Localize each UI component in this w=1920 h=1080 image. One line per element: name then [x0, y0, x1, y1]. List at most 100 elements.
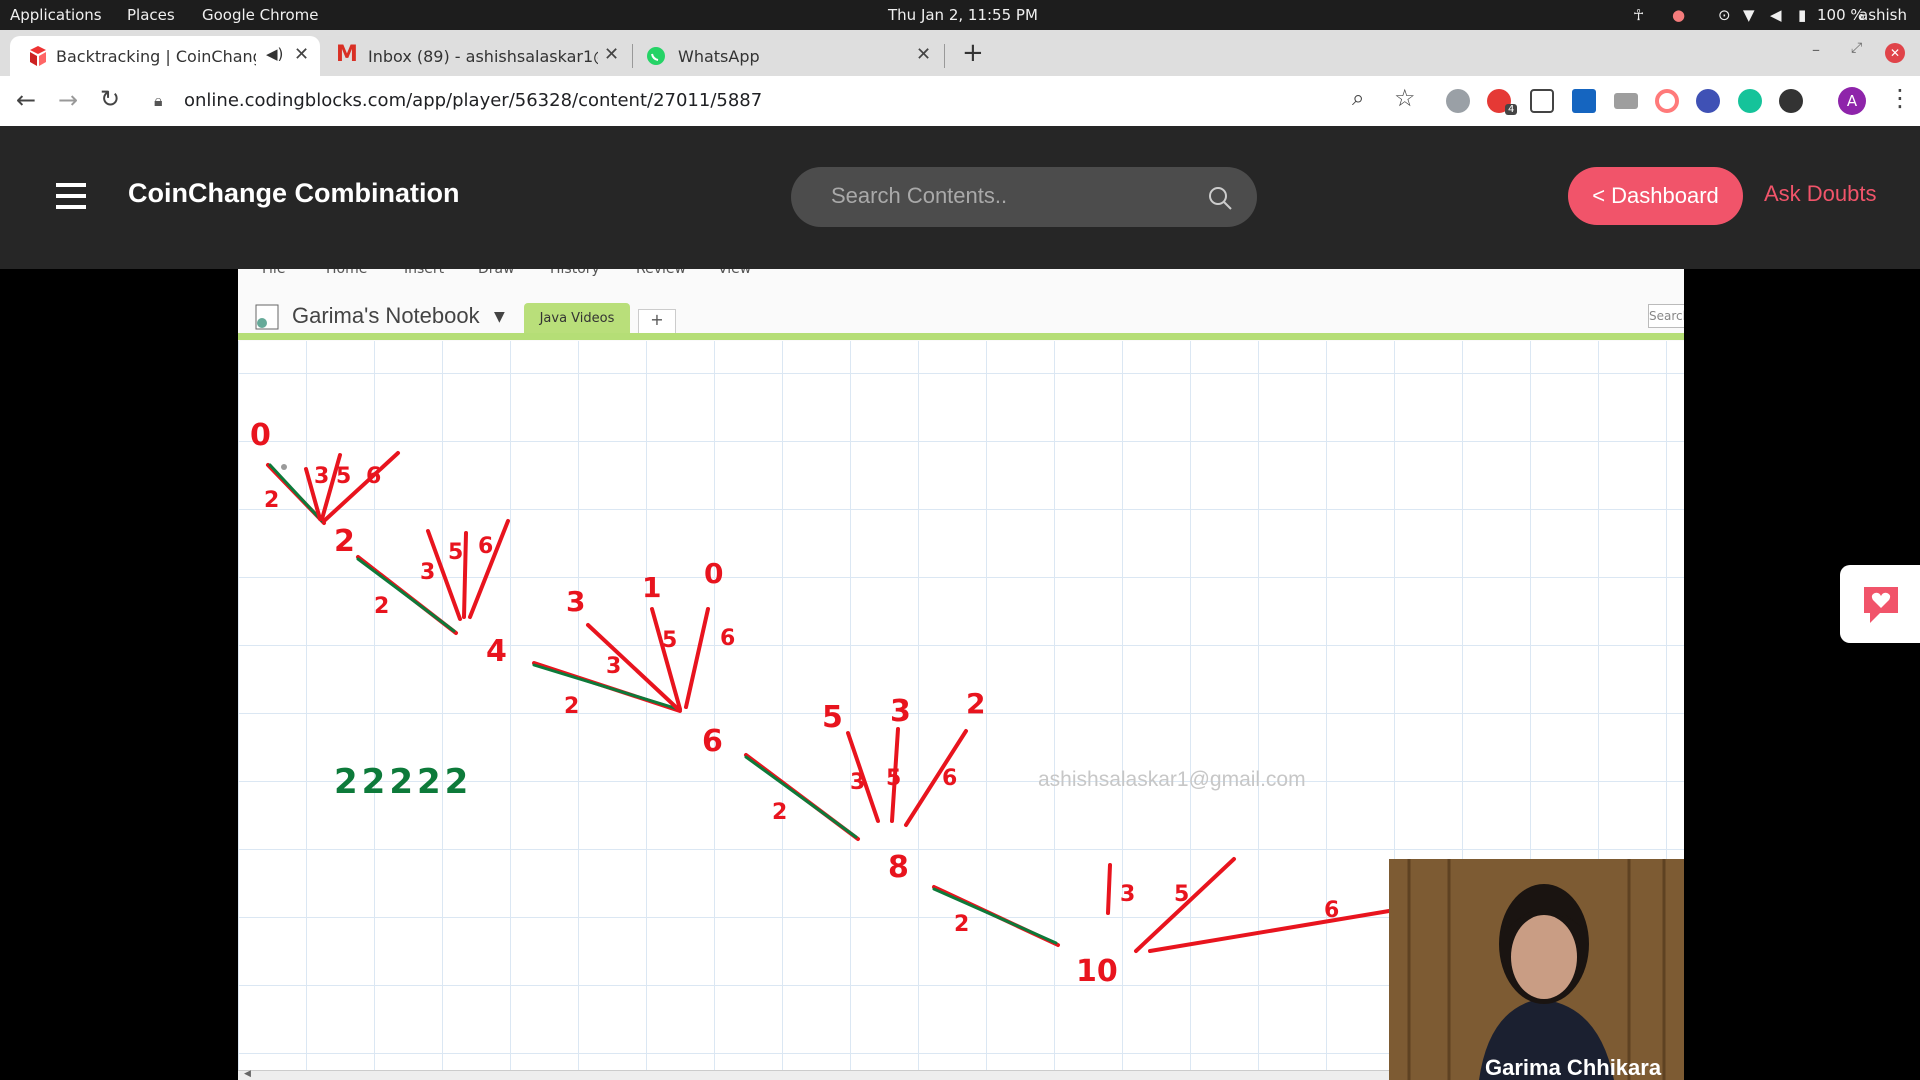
branch-label: 6 [1324, 898, 1339, 923]
node-label: 2 [334, 524, 355, 559]
pocket-icon[interactable] [1530, 89, 1554, 113]
menu-kebab-icon[interactable]: ⋮ [1888, 84, 1912, 112]
extension-icon[interactable] [1655, 89, 1679, 113]
maximize-icon[interactable]: ⤢ [1851, 40, 1862, 56]
gmail-icon: M [336, 42, 358, 67]
tab-divider [944, 44, 945, 68]
profile-avatar[interactable]: A [1838, 87, 1866, 115]
floating-feedback-button[interactable] [1840, 565, 1920, 643]
branch-label: 5 [822, 700, 843, 735]
extension-badge: 4 [1505, 104, 1518, 115]
branch-label: 5 [336, 464, 351, 489]
green-combination-label: 22222 [334, 762, 472, 802]
lock-icon[interactable]: 🔒︎ [154, 91, 163, 111]
branch-label: 5 [1174, 882, 1189, 907]
hamburger-menu-icon[interactable] [56, 183, 86, 209]
branch-label: 2 [374, 594, 389, 619]
minimize-icon[interactable]: – [1812, 40, 1820, 59]
node-label: 0 [250, 418, 271, 453]
grammarly-icon[interactable] [1738, 89, 1762, 113]
search-input[interactable]: Search Contents.. [791, 167, 1257, 227]
reload-icon[interactable]: ↻ [100, 85, 120, 113]
back-icon[interactable]: ← [16, 86, 36, 114]
video-player[interactable]: File Home Insert Draw History Review Vie… [238, 269, 1684, 1080]
tab-title: Inbox (89) - ashishsalaskar1@ [368, 47, 598, 66]
close-icon[interactable]: ✕ [294, 44, 309, 65]
close-icon[interactable]: ✕ [916, 44, 931, 65]
ask-doubts-link[interactable]: Ask Doubts [1764, 181, 1877, 207]
branch-label: 2 [564, 694, 579, 719]
tab-divider [632, 44, 633, 68]
os-menu-places[interactable]: Places [127, 6, 175, 24]
branch-label: 3 [1120, 882, 1135, 907]
branch-line [462, 531, 468, 619]
os-user[interactable]: ashish [1859, 6, 1907, 24]
branch-label: 2 [264, 488, 279, 513]
node-label: 6 [702, 724, 723, 759]
branch-line [356, 557, 456, 633]
wifi-icon[interactable]: ▼ [1743, 6, 1755, 24]
forward-icon[interactable]: → [58, 86, 78, 114]
branch-label: 3 [606, 654, 621, 679]
os-top-bar: Applications Places Google Chrome Thu Ja… [0, 0, 1920, 30]
branch-label: 6 [366, 464, 381, 489]
pen-cursor [281, 464, 287, 470]
branch-label: 3 [314, 464, 329, 489]
whatsapp-icon [647, 47, 665, 65]
branch-label: 5 [662, 628, 677, 653]
close-icon[interactable]: ✕ [604, 44, 619, 65]
tab-whatsapp[interactable]: WhatsApp ✕ [640, 36, 940, 76]
extension-icon[interactable] [1696, 89, 1720, 113]
os-menu-applications[interactable]: Applications [10, 6, 102, 24]
branch-line [744, 755, 858, 839]
branch-line [932, 887, 1058, 945]
branch-label: 2 [966, 687, 985, 720]
url-text[interactable]: online.codingblocks.com/app/player/56328… [184, 90, 762, 111]
settings-icon[interactable]: ⊙ [1718, 6, 1731, 24]
branch-label: 6 [942, 766, 957, 791]
dashboard-button[interactable]: < Dashboard [1568, 167, 1743, 225]
os-clock[interactable]: Thu Jan 2, 11:55 PM [888, 6, 1038, 24]
branch-label: 3 [566, 585, 585, 618]
search-placeholder: Search Contents.. [831, 183, 1008, 208]
battery-icon[interactable]: ▮ [1798, 6, 1806, 24]
tab-backtracking[interactable]: Backtracking | CoinChang ◀) ✕ [10, 36, 320, 76]
tab-title: Backtracking | CoinChang [56, 47, 256, 66]
battery-text: 100 % [1817, 6, 1865, 24]
branch-label: 2 [772, 800, 787, 825]
extension-icon[interactable] [1446, 89, 1470, 113]
branch-line [684, 607, 710, 709]
window-close-icon[interactable]: ✕ [1885, 43, 1905, 63]
branch-label: 0 [704, 557, 723, 590]
scroll-left-icon: ◀ [244, 1069, 251, 1079]
node-label: 4 [486, 634, 507, 669]
search-icon[interactable] [1207, 185, 1233, 211]
tab-gmail[interactable]: M Inbox (89) - ashishsalaskar1@ ✕ [326, 36, 626, 76]
os-menu-chrome[interactable]: Google Chrome [202, 6, 319, 24]
extension-icon[interactable] [1572, 89, 1596, 113]
zoom-icon[interactable]: ⌕ [1352, 86, 1364, 111]
node-label: 8 [888, 850, 909, 885]
bookmark-star-icon[interactable]: ☆ [1394, 84, 1416, 112]
audio-icon[interactable]: ◀) [266, 45, 283, 63]
presenter-image [1389, 859, 1684, 1080]
branch-label: 1 [642, 571, 661, 604]
notification-icon[interactable]: ● [1672, 6, 1685, 24]
accessibility-icon[interactable]: ☥ [1633, 6, 1644, 24]
tab-strip: Backtracking | CoinChang ◀) ✕ M Inbox (8… [0, 30, 1920, 76]
branch-label: 6 [478, 534, 493, 559]
site-header: CoinChange Combination Search Contents..… [0, 126, 1920, 269]
new-tab-icon[interactable]: + [962, 38, 984, 68]
node-label: 10 [1076, 954, 1118, 989]
page-title: CoinChange Combination [128, 178, 460, 208]
extension-icon[interactable] [1614, 93, 1638, 109]
branch-label: 3 [850, 770, 865, 795]
branch-line [1148, 909, 1391, 953]
branch-label: 6 [720, 626, 735, 651]
codingblocks-icon [30, 46, 46, 66]
address-bar[interactable]: 🔒︎ online.codingblocks.com/app/player/56… [140, 82, 1380, 120]
tab-title: WhatsApp [678, 47, 760, 66]
heart-chat-icon [1864, 587, 1898, 623]
download-icon[interactable] [1779, 89, 1803, 113]
volume-icon[interactable]: ◀ [1770, 6, 1782, 24]
